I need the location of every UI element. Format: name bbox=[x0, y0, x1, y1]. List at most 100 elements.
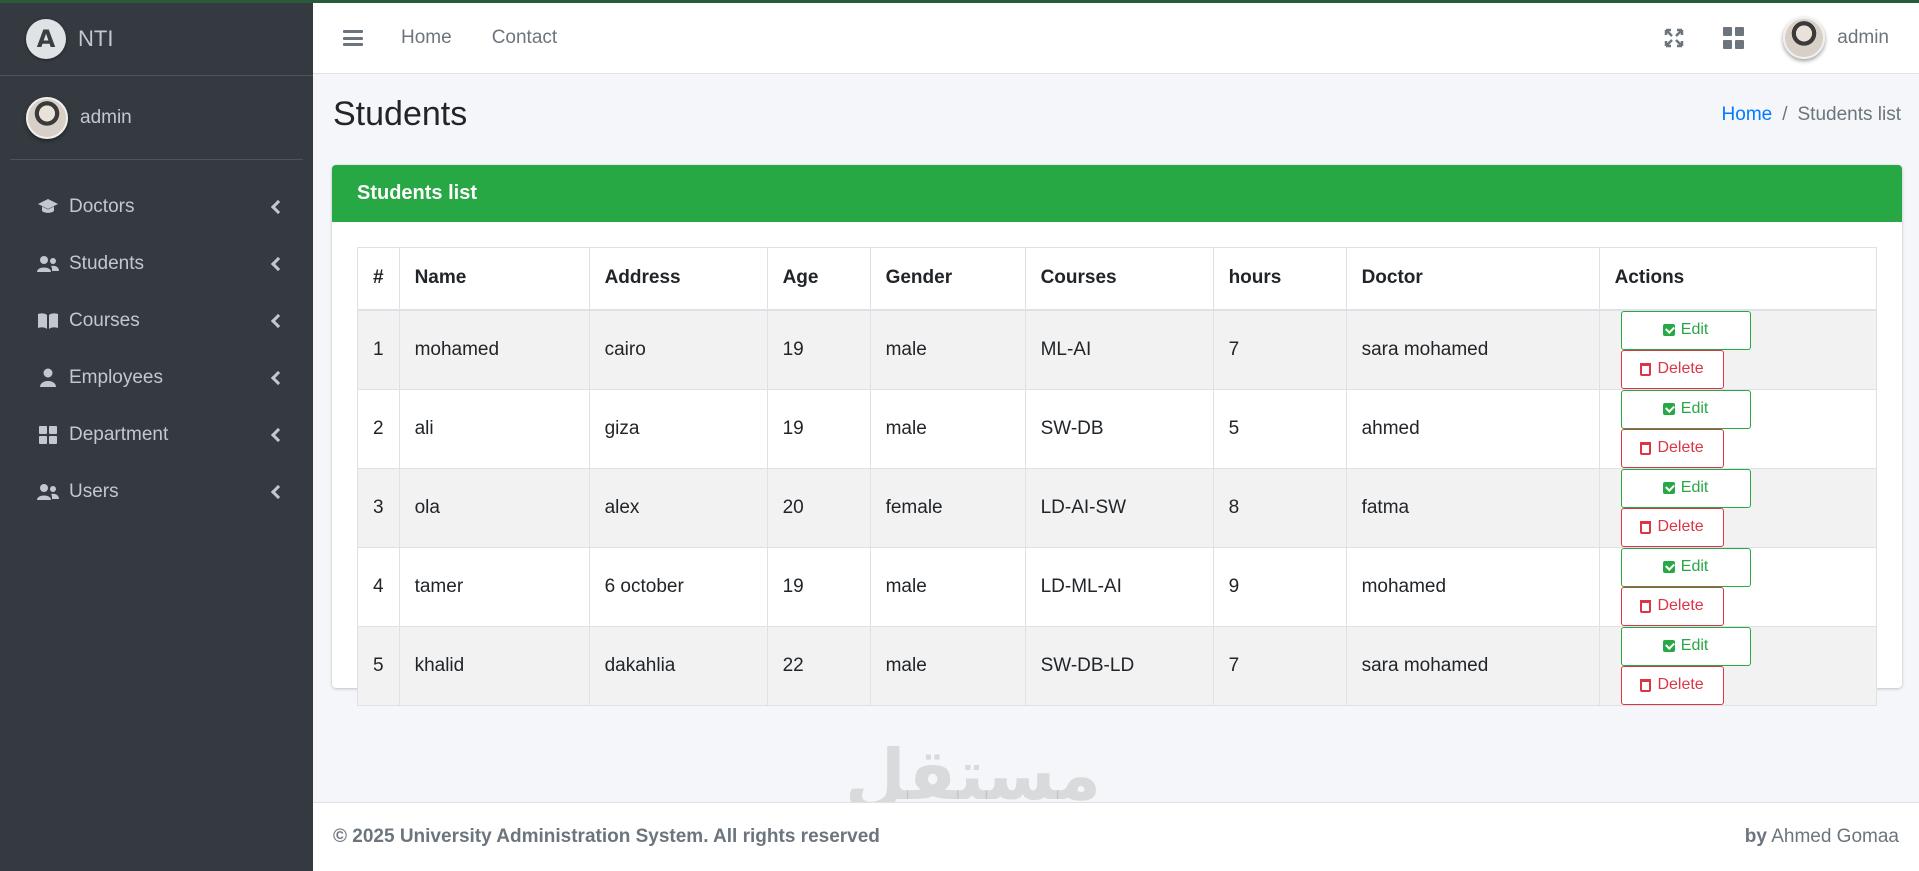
table-row: 4 tamer 6 october 19 male LD-ML-AI 9 moh… bbox=[357, 546, 1878, 627]
column-header-number: # bbox=[357, 247, 400, 311]
edit-button[interactable]: Edit bbox=[1620, 389, 1751, 429]
cell-doctor: fatma bbox=[1345, 467, 1600, 548]
delete-button[interactable]: Delete bbox=[1620, 507, 1724, 547]
edit-icon bbox=[1662, 324, 1675, 336]
edit-icon bbox=[1662, 403, 1675, 415]
cell-gender: male bbox=[869, 309, 1026, 390]
delete-button[interactable]: Delete bbox=[1620, 349, 1724, 389]
breadcrumb-current: Students list bbox=[1797, 103, 1902, 125]
delete-button[interactable]: Delete bbox=[1620, 665, 1724, 705]
sidebar-item-doctors[interactable]: Doctors bbox=[0, 178, 313, 235]
sidebar-item-department[interactable]: Department bbox=[0, 406, 313, 463]
edit-icon bbox=[1662, 482, 1675, 494]
fullscreen-icon[interactable] bbox=[1663, 27, 1685, 49]
navbar-user-avatar[interactable] bbox=[1783, 17, 1826, 59]
column-header-doctor: Doctor bbox=[1345, 247, 1600, 311]
column-header-address: Address bbox=[588, 247, 768, 311]
cell-number: 3 bbox=[357, 467, 400, 548]
edit-button[interactable]: Edit bbox=[1620, 626, 1751, 666]
nav-link-contact[interactable]: Contact bbox=[492, 27, 557, 49]
cell-actions: Edit Delete bbox=[1598, 625, 1878, 706]
user-avatar bbox=[26, 96, 68, 139]
card-header: Students list bbox=[332, 165, 1902, 222]
cell-gender: male bbox=[869, 546, 1026, 627]
cell-name: khalid bbox=[398, 625, 590, 706]
cell-doctor: mohamed bbox=[1345, 546, 1600, 627]
chevron-left-icon bbox=[270, 313, 286, 328]
user-group-icon bbox=[36, 253, 60, 275]
table-header-row: # Name Address Age Gender Courses hours … bbox=[357, 247, 1878, 311]
breadcrumb-home-link[interactable]: Home bbox=[1722, 104, 1773, 125]
cell-address: cairo bbox=[588, 309, 768, 390]
menu-toggle-icon[interactable] bbox=[343, 30, 363, 46]
cell-name: mohamed bbox=[398, 309, 590, 390]
sidebar-item-label: Department bbox=[69, 423, 169, 445]
cell-address: 6 october bbox=[588, 546, 768, 627]
cell-address: alex bbox=[588, 467, 768, 548]
sidebar-item-label: Students bbox=[69, 252, 144, 274]
cell-address: giza bbox=[588, 388, 768, 469]
edit-button[interactable]: Edit bbox=[1620, 468, 1751, 508]
trash-icon bbox=[1640, 599, 1652, 613]
cell-courses: ML-AI bbox=[1024, 309, 1214, 390]
user-group-icon bbox=[36, 481, 60, 503]
user-panel[interactable]: admin bbox=[10, 76, 303, 160]
cell-actions: Edit Delete bbox=[1598, 388, 1878, 469]
cell-hours: 7 bbox=[1212, 309, 1347, 390]
navbar-user-name[interactable]: admin bbox=[1837, 27, 1889, 49]
sidebar: A NTI admin Doctors Students Courses Emp… bbox=[0, 0, 313, 871]
edit-icon bbox=[1662, 561, 1675, 573]
cell-doctor: sara mohamed bbox=[1345, 625, 1600, 706]
apps-grid-icon[interactable] bbox=[1723, 27, 1745, 49]
sidebar-item-label: Doctors bbox=[69, 195, 135, 217]
user-icon bbox=[36, 367, 60, 389]
edit-button[interactable]: Edit bbox=[1620, 310, 1751, 350]
grid-icon bbox=[36, 424, 60, 446]
table-row: 1 mohamed cairo 19 male ML-AI 7 sara moh… bbox=[357, 309, 1878, 390]
trash-icon bbox=[1640, 520, 1652, 534]
chevron-left-icon bbox=[270, 484, 286, 499]
column-header-age: Age bbox=[766, 247, 871, 311]
sidebar-item-users[interactable]: Users bbox=[0, 463, 313, 520]
cell-gender: female bbox=[869, 467, 1026, 548]
cell-courses: LD-ML-AI bbox=[1024, 546, 1214, 627]
cell-hours: 9 bbox=[1212, 546, 1347, 627]
chevron-left-icon bbox=[270, 256, 286, 271]
delete-button[interactable]: Delete bbox=[1620, 586, 1724, 626]
footer-by: by bbox=[1744, 826, 1767, 847]
sidebar-item-employees[interactable]: Employees bbox=[0, 349, 313, 406]
edit-icon bbox=[1662, 640, 1675, 652]
delete-button[interactable]: Delete bbox=[1620, 428, 1724, 468]
page-title: Students bbox=[333, 95, 468, 133]
students-table: # Name Address Age Gender Courses hours … bbox=[357, 247, 1878, 706]
card-title: Students list bbox=[357, 182, 478, 204]
nav-link-home[interactable]: Home bbox=[401, 27, 452, 49]
cell-number: 4 bbox=[357, 546, 400, 627]
cell-number: 2 bbox=[357, 388, 400, 469]
watermark-arabic-text: مستقل bbox=[845, 734, 1102, 816]
top-navbar: Home Contact admin bbox=[313, 0, 1919, 74]
sidebar-item-courses[interactable]: Courses bbox=[0, 292, 313, 349]
cell-courses: SW-DB-LD bbox=[1024, 625, 1214, 706]
cell-actions: Edit Delete bbox=[1598, 309, 1878, 390]
sidebar-item-students[interactable]: Students bbox=[0, 235, 313, 292]
brand-link[interactable]: A NTI bbox=[0, 3, 313, 76]
cell-doctor: sara mohamed bbox=[1345, 309, 1600, 390]
cell-courses: SW-DB bbox=[1024, 388, 1214, 469]
cell-age: 19 bbox=[766, 388, 871, 469]
table-row: 5 khalid dakahlia 22 male SW-DB-LD 7 sar… bbox=[357, 625, 1878, 706]
column-header-name: Name bbox=[398, 247, 590, 311]
sidebar-item-label: Courses bbox=[69, 309, 140, 331]
footer: © 2025 University Administration System.… bbox=[313, 802, 1919, 871]
table-row: 2 ali giza 19 male SW-DB 5 ahmed Edit Del… bbox=[357, 388, 1878, 469]
edit-button[interactable]: Edit bbox=[1620, 547, 1751, 587]
graduation-cap-icon bbox=[36, 196, 60, 218]
user-name: admin bbox=[80, 106, 132, 128]
footer-copyright: © 2025 University Administration System.… bbox=[333, 826, 880, 847]
cell-age: 19 bbox=[766, 309, 871, 390]
cell-age: 22 bbox=[766, 625, 871, 706]
content-header: Students Home / Students list bbox=[333, 95, 1901, 134]
footer-author: Ahmed Gomaa bbox=[1771, 826, 1899, 847]
book-icon bbox=[36, 310, 60, 332]
cell-hours: 8 bbox=[1212, 467, 1347, 548]
